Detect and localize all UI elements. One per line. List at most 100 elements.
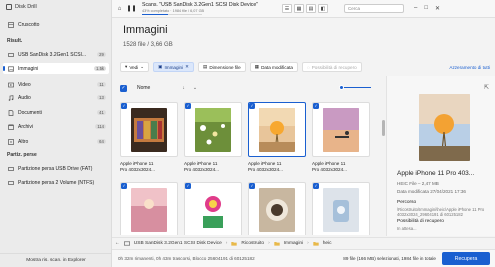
file-tile[interactable]: ✓ [248,182,306,235]
tile-checkbox[interactable]: ✓ [313,183,319,189]
count-badge: 11 [97,82,106,87]
pause-button[interactable]: ❚❚ [126,4,136,13]
breadcrumb-separator: › [268,240,270,246]
tile-checkbox[interactable]: ✓ [249,183,255,189]
photo-thumbnail [195,107,231,152]
app-window: Disk Drill Cruscotto Risult. USB SanDisk… [0,0,495,267]
thumbnail [184,182,242,235]
tile-checkbox[interactable]: ✓ [185,103,191,109]
photo-thumbnail [323,187,359,232]
scan-title: Scans. "USB SanDisk 3.2Gen1 SCSI Disk De… [142,1,259,8]
filter-icon: ▾ [125,64,128,69]
file-tile[interactable]: ✓ Apple iPhone 11 Pro 4032x3024... [184,102,242,177]
archive-icon [8,124,14,130]
sidebar-item-usb-device[interactable]: USB SanDisk 3.2Gen1 SCSI... 29 [3,49,109,60]
reset-all-link[interactable]: Azzeramento di tutti [449,65,490,70]
sidebar-section-results: Risult. [7,38,23,44]
sidebar-item-dashboard[interactable]: Cruscotto [3,19,109,30]
home-button[interactable]: ⌂ [115,4,124,13]
breadcrumb-item[interactable]: USB SanDisk 3.2Gen1 SCSI Disk Device [134,241,222,246]
image-icon [8,65,14,72]
tiles-view-icon[interactable]: ▤ [306,4,316,13]
video-icon [8,82,14,87]
count-badge: 114 [95,124,106,129]
preview-recovery-value: In attesa... [397,226,417,231]
open-external-icon[interactable]: ⇱ [484,84,489,91]
scan-progress-fill [142,13,168,16]
tile-checkbox[interactable]: ✓ [121,183,127,189]
breadcrumb-separator: › [225,240,228,246]
scan-status: Scans. "USB SanDisk 3.2Gen1 SCSI Disk De… [142,2,272,16]
tile-checkbox[interactable]: ✓ [121,103,127,109]
sidebar-item-archives[interactable]: Archivi 114 [3,121,109,132]
count-badge: 41 [97,110,106,115]
tile-checkbox[interactable]: ✓ [313,103,319,109]
file-size-icon: ▤ [202,64,208,69]
page-title: Immagini [123,24,168,36]
thumbnail [120,182,178,235]
filter-bar: ▾ Vedi ⌄ ▣ Immagini ✕ ▤ Dimensione file … [120,61,490,73]
close-icon[interactable]: ✕ [185,64,189,70]
thumbnail [184,102,242,157]
list-view-icon[interactable]: ☰ [282,4,292,13]
select-all-checkbox[interactable]: ✓ [120,84,127,92]
preview-pane-icon[interactable]: ◧ [318,4,328,13]
thumbnail-size-slider[interactable] [339,85,371,90]
tile-checkbox[interactable]: ✓ [185,183,191,189]
close-icon[interactable]: ✕ [435,5,440,12]
status-bar: 0h 32m rimanenti, 0h 43m trascorsi, Bloc… [112,249,495,267]
file-size-filter[interactable]: ▤ Dimensione file [197,62,246,72]
sidebar-item-documents[interactable]: Documenti 41 [3,107,109,118]
recovery-chance-filter[interactable]: ◌ Possibilità di recupero [301,62,362,72]
preview-date-modified: Data modificata 27/04/2021 17:36 [397,189,466,194]
grid-scrollbar[interactable] [382,120,385,136]
photo-thumbnail [259,187,295,232]
photo-thumbnail [131,187,167,232]
search-input[interactable]: Cerca [344,4,404,13]
sidebar-item-audio[interactable]: Audio 13 [3,92,109,103]
file-tile[interactable]: ✓ [184,182,242,235]
sidebar-item-lost-partition-2[interactable]: Partizione persa 2 Volume (NTFS) [3,177,109,188]
file-tile[interactable]: ✓ Apple iPhone 11 Pro 4032x3024... [312,102,370,177]
date-modified-filter[interactable]: ▦ Data modificata [249,62,298,72]
show-in-explorer-button[interactable]: Mostra ris. scan. in Explorer [0,253,112,267]
scan-progress-bar [142,13,202,16]
sidebar-item-lost-partition-1[interactable]: Partizione persa USB Drive (FAT) [3,163,109,174]
calendar-icon: ▦ [254,64,260,69]
maximize-icon[interactable]: □ [424,5,428,12]
view-mode-group: ☰ ▦ ▤ ◧ [282,4,328,13]
slider-knob[interactable] [339,85,344,90]
count-badge: 1.5k [94,66,106,71]
preview-recovery-label: Possibilità di recupero [397,219,444,224]
file-tile-selected[interactable]: ✓ Apple iPhone 11 Pro 4032x3024... [248,102,306,177]
partition-icon [8,166,14,171]
breadcrumb: ← USB SanDisk 3.2Gen1 SCSI Disk Device ›… [112,237,495,248]
chevron-down-icon[interactable]: ⌄ [193,85,197,91]
sidebar-item-images[interactable]: Immagini 1.5k [3,63,109,74]
sidebar-item-video[interactable]: Video 11 [3,79,109,90]
file-tile[interactable]: ✓ [312,182,370,235]
list-header: ✓ Nome ↓ ⌄ [120,83,385,93]
count-badge: 13 [97,95,106,100]
document-icon [8,109,14,116]
back-icon[interactable]: ← [115,241,120,246]
file-tile[interactable]: ✓ Apple iPhone 11 Pro 4032x3024... [120,102,178,177]
sort-arrow-icon[interactable]: ↓ [182,85,185,91]
grid-view-icon[interactable]: ▦ [294,4,304,13]
recover-button[interactable]: Recupera [442,252,490,265]
view-filter[interactable]: ▾ Vedi ⌄ [120,62,150,72]
minimize-icon[interactable]: – [414,5,417,12]
folder-icon [231,241,238,246]
breadcrumb-item[interactable]: Ricostruito [241,241,264,246]
preview-path-label: Percorso [397,200,417,205]
sidebar-item-other[interactable]: Altro 64 [3,136,109,147]
file-tile[interactable]: ✓ [120,182,178,235]
tile-checkbox[interactable]: ✓ [249,103,255,109]
breadcrumb-item[interactable]: Immagini [284,241,303,246]
breadcrumb-item[interactable]: heic [323,241,332,246]
music-note-icon [8,94,14,101]
thumbnail [248,102,306,157]
images-filter-chip[interactable]: ▣ Immagini ✕ [153,62,194,72]
name-column-header[interactable]: Nome [137,85,150,91]
scan-progress-text: 43% completato · 1984 file / 6,07 GB [142,8,205,13]
